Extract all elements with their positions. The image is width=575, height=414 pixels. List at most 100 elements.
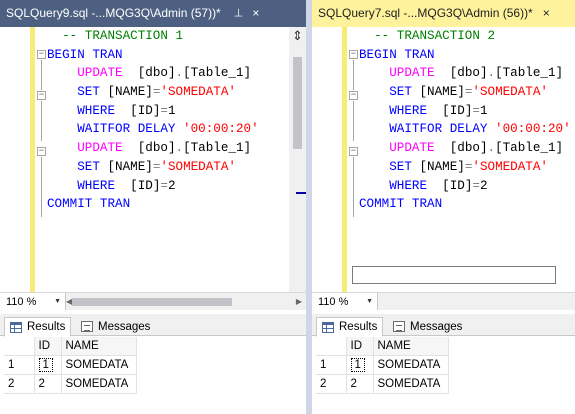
- code-line[interactable]: WHERE [ID]=2: [359, 177, 557, 196]
- sql-code[interactable]: -- TRANSACTION 2 BEGIN TRAN UPDATE [dbo].…: [359, 27, 571, 214]
- tab-results[interactable]: Results: [316, 317, 384, 337]
- tab-messages[interactable]: Messages: [388, 317, 467, 336]
- code-token: '00:00:20': [495, 122, 571, 137]
- collapse-icon[interactable]: −: [349, 91, 358, 100]
- close-icon[interactable]: ×: [252, 6, 259, 20]
- cell-name[interactable]: SOMEDATA: [61, 374, 137, 394]
- code-line[interactable]: WHERE [ID]=1: [359, 102, 557, 121]
- code-line[interactable]: UPDATE [dbo].[Table_1]: [47, 139, 288, 158]
- editor-status-bar: 110 % ▼ ◀ ▶: [0, 292, 306, 310]
- scroll-thumb[interactable]: [293, 57, 302, 149]
- tab-results-label: Results: [27, 321, 66, 333]
- zoom-dropdown[interactable]: 110 % ▼: [312, 293, 378, 310]
- code-token: [dbo]: [122, 141, 176, 156]
- code-token: .: [487, 141, 496, 156]
- column-header-id[interactable]: ID: [34, 337, 62, 356]
- query-editor[interactable]: − − − -- TRANSACTION 1 BEGIN TRAN UPDATE …: [0, 27, 306, 292]
- code-token: =: [160, 178, 168, 193]
- code-line[interactable]: WAITFOR DELAY '00:00:20': [359, 120, 570, 139]
- grid-header-row: ID NAME: [316, 337, 449, 356]
- code-token: UPDATE: [77, 141, 123, 156]
- table-row[interactable]: 1 1 SOMEDATA: [4, 355, 137, 375]
- results-grid[interactable]: ID NAME 1 1 SOMEDATA 2 2 SOMEDATA: [316, 337, 449, 394]
- code-line[interactable]: SET [NAME]='SOMEDATA': [359, 83, 557, 102]
- column-header-id[interactable]: ID: [346, 337, 374, 356]
- split-window-icon[interactable]: ⇕: [289, 27, 306, 45]
- query-editor[interactable]: − − − -- TRANSACTION 2 BEGIN TRAN UPDATE …: [312, 27, 575, 292]
- code-line[interactable]: COMMIT TRAN: [359, 195, 557, 214]
- code-token: COMMIT TRAN: [47, 197, 131, 212]
- column-header-name[interactable]: NAME: [373, 337, 449, 356]
- code-line[interactable]: UPDATE [dbo].[Table_1]: [359, 64, 563, 83]
- tab-messages[interactable]: Messages: [76, 317, 155, 336]
- results-grid[interactable]: ID NAME 1 1 SOMEDATA 2 2 SOMEDATA: [4, 337, 137, 394]
- grid-icon: [10, 321, 22, 333]
- collapse-icon[interactable]: −: [37, 50, 46, 59]
- cell-name[interactable]: SOMEDATA: [373, 374, 449, 394]
- row-number[interactable]: 2: [316, 374, 347, 394]
- document-tab-sqlquery7[interactable]: SQLQuery7.sql -...MQG3Q\Admin (56))* ×: [312, 0, 575, 25]
- collapse-icon[interactable]: −: [37, 147, 46, 156]
- tab-results-label: Results: [339, 321, 378, 333]
- code-line[interactable]: -- TRANSACTION 2: [359, 27, 557, 46]
- selection-margin[interactable]: [0, 27, 30, 292]
- code-line[interactable]: SET [NAME]='SOMEDATA': [47, 83, 288, 102]
- selection-margin[interactable]: [312, 27, 342, 292]
- zoom-dropdown[interactable]: 110 % ▼: [0, 293, 66, 310]
- column-header-name[interactable]: NAME: [61, 337, 137, 356]
- tab-results[interactable]: Results: [4, 317, 72, 337]
- row-header-corner[interactable]: [316, 337, 347, 356]
- code-line[interactable]: WAITFOR DELAY '00:00:20': [47, 120, 288, 139]
- collapse-icon[interactable]: −: [349, 50, 358, 59]
- code-token: '00:00:20': [183, 122, 259, 137]
- document-tab-sqlquery9[interactable]: SQLQuery9.sql -...MQG3Q\Admin (57))* ⊣ ×: [0, 0, 306, 25]
- table-row[interactable]: 2 2 SOMEDATA: [316, 374, 449, 394]
- code-token: WHERE: [389, 178, 428, 193]
- code-token: =: [472, 103, 480, 118]
- scroll-right-icon[interactable]: ▶: [296, 293, 302, 310]
- code-line[interactable]: SET [NAME]='SOMEDATA': [47, 158, 288, 177]
- collapse-icon[interactable]: −: [349, 147, 358, 156]
- code-line[interactable]: SET [NAME]='SOMEDATA': [359, 158, 557, 177]
- sql-code[interactable]: -- TRANSACTION 1 BEGIN TRAN UPDATE [dbo].…: [47, 27, 288, 214]
- row-number[interactable]: 2: [4, 374, 35, 394]
- horizontal-scroll-thumb[interactable]: [72, 298, 232, 306]
- code-line[interactable]: COMMIT TRAN: [47, 195, 288, 214]
- code-line[interactable]: WHERE [ID]=1: [47, 102, 288, 121]
- row-header-corner[interactable]: [4, 337, 35, 356]
- cell-id[interactable]: 2: [346, 374, 374, 394]
- code-line[interactable]: UPDATE [dbo].[Table_1]: [359, 139, 563, 158]
- table-row[interactable]: 1 1 SOMEDATA: [316, 355, 449, 375]
- code-token: [ID]: [427, 103, 473, 118]
- close-icon[interactable]: ×: [543, 6, 550, 20]
- code-token: [ID]: [427, 178, 473, 193]
- row-number[interactable]: 1: [316, 355, 347, 375]
- pin-icon[interactable]: ⊣: [231, 8, 244, 18]
- collapse-icon[interactable]: −: [37, 91, 46, 100]
- code-token: .: [175, 141, 184, 156]
- row-number[interactable]: 1: [4, 355, 35, 375]
- cell-name[interactable]: SOMEDATA: [373, 355, 449, 375]
- code-token: SET: [389, 85, 412, 100]
- cell-id-value: 1: [350, 357, 365, 372]
- cell-id[interactable]: 2: [34, 374, 62, 394]
- cell-name[interactable]: SOMEDATA: [61, 355, 137, 375]
- code-token: 'SOMEDATA': [472, 159, 548, 174]
- cell-id[interactable]: 1: [34, 355, 62, 375]
- code-line[interactable]: BEGIN TRAN: [47, 46, 288, 65]
- code-line[interactable]: UPDATE [dbo].[Table_1]: [47, 64, 288, 83]
- horizontal-scrollbar[interactable]: [72, 295, 288, 308]
- cell-id[interactable]: 1: [346, 355, 374, 375]
- fold-line: [353, 101, 354, 141]
- code-line[interactable]: -- TRANSACTION 1: [47, 27, 288, 46]
- current-line-highlight[interactable]: [352, 266, 556, 284]
- code-line[interactable]: BEGIN TRAN: [359, 46, 557, 65]
- code-line[interactable]: WHERE [ID]=2: [47, 177, 288, 196]
- vertical-scrollbar[interactable]: ⇕: [289, 27, 306, 292]
- table-row[interactable]: 2 2 SOMEDATA: [4, 374, 137, 394]
